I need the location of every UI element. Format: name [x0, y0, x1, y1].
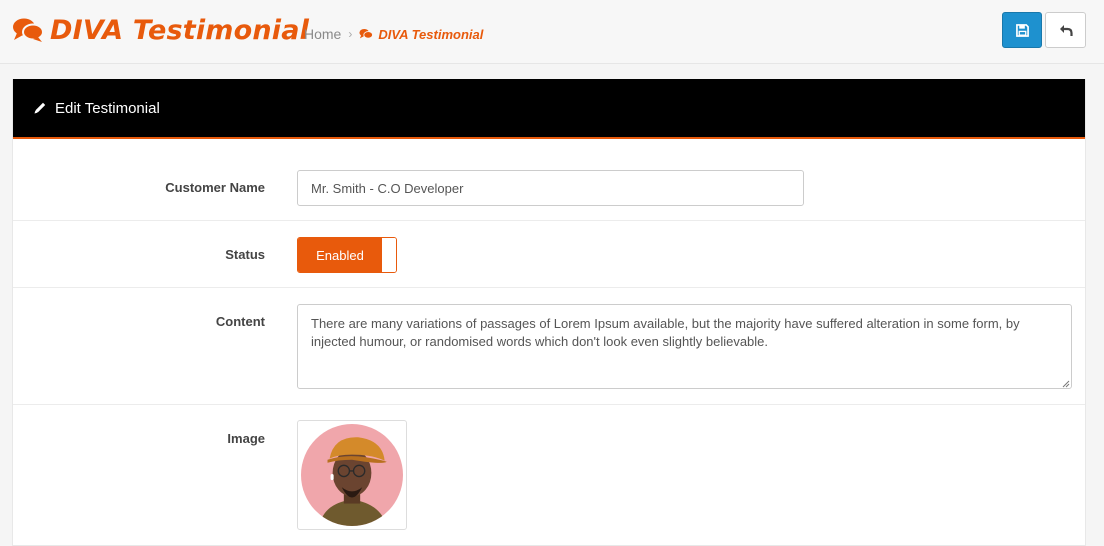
reply-icon [1059, 24, 1073, 36]
panel-heading: Edit Testimonial [13, 79, 1085, 139]
status-toggle[interactable]: Enabled [297, 237, 397, 273]
customer-name-row: Customer Name [13, 139, 1085, 221]
breadcrumb-home-link[interactable]: Home [304, 26, 341, 42]
resize-grip-icon[interactable] [1062, 380, 1070, 388]
customer-name-input[interactable] [297, 170, 804, 206]
comments-icon [13, 18, 44, 42]
save-icon [1015, 23, 1029, 37]
content-textarea[interactable]: There are many variations of passages of… [297, 304, 1072, 389]
image-label: Image [227, 431, 265, 446]
breadcrumb: Home › DIVA Testimonial [304, 26, 483, 42]
save-button[interactable] [1002, 12, 1042, 48]
title-wrap: DIVA Testimonial [12, 10, 309, 50]
pencil-icon [34, 102, 46, 114]
status-toggle-knob [382, 238, 396, 272]
image-row: Image [13, 405, 1085, 545]
back-button[interactable] [1045, 12, 1086, 48]
status-label: Status [225, 247, 265, 262]
content-label: Content [215, 314, 265, 329]
panel-heading-title: Edit Testimonial [55, 99, 160, 117]
breadcrumb-current[interactable]: DIVA Testimonial [378, 27, 483, 42]
customer-name-label: Customer Name [165, 180, 265, 195]
breadcrumb-separator: › [348, 27, 353, 41]
status-row: Status Enabled [13, 221, 1085, 288]
page-title: DIVA Testimonial [50, 14, 310, 46]
edit-testimonial-panel: Edit Testimonial Customer Name Status En… [12, 79, 1086, 546]
comments-icon [359, 28, 374, 39]
page-header: DIVA Testimonial Home › DIVA Testimonial [0, 0, 1104, 64]
content-row: Content There are many variations of pas… [13, 288, 1085, 405]
customer-photo [301, 424, 403, 526]
image-thumbnail[interactable] [297, 420, 407, 530]
status-toggle-label: Enabled [298, 238, 382, 272]
